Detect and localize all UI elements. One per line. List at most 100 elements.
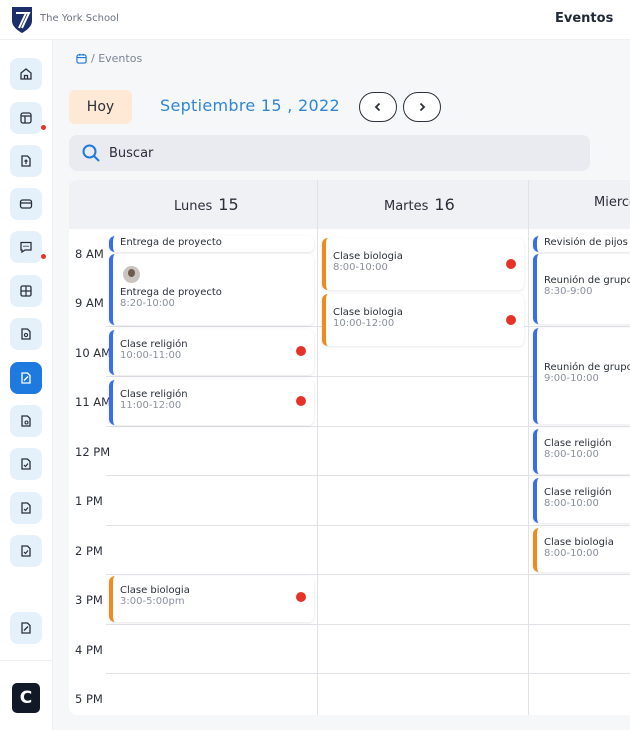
event-title: Clase biologia xyxy=(333,251,403,262)
chevron-left-icon xyxy=(374,102,381,112)
document-edit-icon xyxy=(21,622,31,634)
event-title: Entrega de proyecto xyxy=(120,287,222,298)
time-label: 3 PM xyxy=(75,593,103,607)
day-header-tuesday[interactable]: Martes 16 xyxy=(384,195,455,214)
time-label: 12 PM xyxy=(75,445,111,459)
time-label: 10 AM xyxy=(75,346,112,360)
school-name: The York School xyxy=(40,13,119,24)
event-card[interactable]: Revisión de pijos xyxy=(533,236,630,252)
sidebar-item-document-check-3[interactable] xyxy=(10,535,42,567)
event-card[interactable]: Clase biologia 8:00-10:00 xyxy=(533,528,630,572)
sidebar-item-layout[interactable] xyxy=(10,102,46,134)
event-time: 10:00-12:00 xyxy=(333,318,395,329)
event-time: 11:00-12:00 xyxy=(120,400,182,411)
event-card[interactable]: Entrega de proyecto 8:20-10:00 xyxy=(109,254,314,325)
event-time: 8:00-10:00 xyxy=(544,498,599,509)
event-title: Clase religión xyxy=(120,389,188,400)
document-search-icon xyxy=(21,328,31,340)
sidebar-item-upload[interactable] xyxy=(10,145,42,177)
search-icon xyxy=(82,144,100,162)
event-time: 8:20-10:00 xyxy=(120,298,175,309)
hour-line xyxy=(106,475,630,476)
event-time: 3:00-5:00pm xyxy=(120,596,185,607)
event-title: Entrega de proyecto xyxy=(120,237,222,248)
hour-line xyxy=(106,426,630,427)
sidebar-item-document-check-1[interactable] xyxy=(10,448,42,480)
column-divider xyxy=(528,180,529,715)
event-title: Clase religión xyxy=(120,339,188,350)
day-name: Lunes xyxy=(174,199,213,214)
event-card[interactable]: Entrega de proyecto xyxy=(109,236,314,252)
sidebar-item-card[interactable] xyxy=(10,188,42,220)
card-icon xyxy=(19,199,33,209)
sidebar-item-document-check-2[interactable] xyxy=(10,492,42,524)
school-logo[interactable] xyxy=(10,6,34,34)
event-card[interactable]: Clase biologia 8:00-10:00 xyxy=(322,238,524,290)
document-check-icon xyxy=(21,545,31,557)
breadcrumb-current[interactable]: / Eventos xyxy=(91,52,142,65)
event-card[interactable]: Clase religión 8:00-10:00 xyxy=(533,429,630,474)
event-card[interactable]: Clase religión 10:00-11:00 xyxy=(109,330,314,375)
alert-dot xyxy=(506,315,516,325)
document-upload-icon xyxy=(21,155,31,167)
event-title: Reunión de grupo xyxy=(544,275,630,286)
day-number: 15 xyxy=(218,195,239,214)
hour-line xyxy=(106,574,630,575)
event-time: 10:00-11:00 xyxy=(120,350,182,361)
event-card[interactable]: Clase biologia 10:00-12:00 xyxy=(322,294,524,346)
time-label: 4 PM xyxy=(75,643,103,657)
previous-button[interactable] xyxy=(359,92,397,122)
sidebar-divider xyxy=(0,660,53,661)
search-bar xyxy=(69,135,590,171)
event-card[interactable]: Reunión de grupo 8:30-9:00 xyxy=(533,254,630,324)
calendar-header xyxy=(69,180,630,229)
brand-logo[interactable]: C xyxy=(12,683,40,713)
sidebar-item-document-search[interactable] xyxy=(10,318,42,350)
day-number: 16 xyxy=(434,195,455,214)
avatar[interactable] xyxy=(123,266,140,283)
column-divider xyxy=(317,180,318,715)
document-check-icon xyxy=(21,502,31,514)
day-header-monday[interactable]: Lunes 15 xyxy=(174,195,239,214)
sidebar-item-document-edit[interactable] xyxy=(10,612,42,644)
document-edit-icon xyxy=(21,372,31,384)
event-time: 9:00-10:00 xyxy=(544,373,599,384)
hour-line xyxy=(106,673,630,674)
alert-dot xyxy=(296,592,306,602)
sidebar-item-messages[interactable] xyxy=(10,231,46,263)
event-card[interactable]: Reunión de grupo 9:00-10:00 xyxy=(533,328,630,424)
calendar-icon[interactable] xyxy=(76,53,87,64)
event-card[interactable]: Clase religión 8:00-10:00 xyxy=(533,478,630,523)
grid-icon xyxy=(20,285,32,297)
alert-dot xyxy=(296,346,306,356)
sidebar-item-home[interactable] xyxy=(10,58,42,90)
time-label: 9 AM xyxy=(75,296,104,310)
time-label: 1 PM xyxy=(75,494,103,508)
chat-icon xyxy=(20,241,32,254)
notification-dot xyxy=(41,254,46,259)
time-label: 11 AM xyxy=(75,395,112,409)
layout-icon xyxy=(20,112,32,124)
sidebar-item-events[interactable] xyxy=(10,362,42,394)
sidebar-item-document-settings[interactable] xyxy=(10,405,42,437)
event-card[interactable]: Clase biologia 3:00-5:00pm xyxy=(109,576,314,622)
sidebar: C xyxy=(0,40,53,730)
next-button[interactable] xyxy=(403,92,441,122)
event-card[interactable]: Clase religión 11:00-12:00 xyxy=(109,380,314,425)
hour-line xyxy=(106,624,630,625)
event-title: Revisión de pijos xyxy=(544,237,628,248)
top-bar: The York School Eventos xyxy=(0,0,630,40)
search-input[interactable] xyxy=(109,145,529,161)
breadcrumb: / Eventos xyxy=(76,52,142,65)
event-title: Clase biologia xyxy=(544,537,614,548)
today-button[interactable]: Hoy xyxy=(69,90,132,124)
day-name: Martes xyxy=(384,199,429,214)
event-time: 8:00-10:00 xyxy=(333,262,388,273)
event-title: Clase religión xyxy=(544,487,612,498)
event-time: 8:30-9:00 xyxy=(544,286,593,297)
sidebar-item-grid[interactable] xyxy=(10,275,42,307)
day-header-wednesday[interactable]: Mierco xyxy=(594,195,630,210)
page-title: Eventos xyxy=(555,11,614,26)
event-title: Clase biologia xyxy=(120,585,190,596)
current-date-title: Septiembre 15 , 2022 xyxy=(160,96,340,115)
